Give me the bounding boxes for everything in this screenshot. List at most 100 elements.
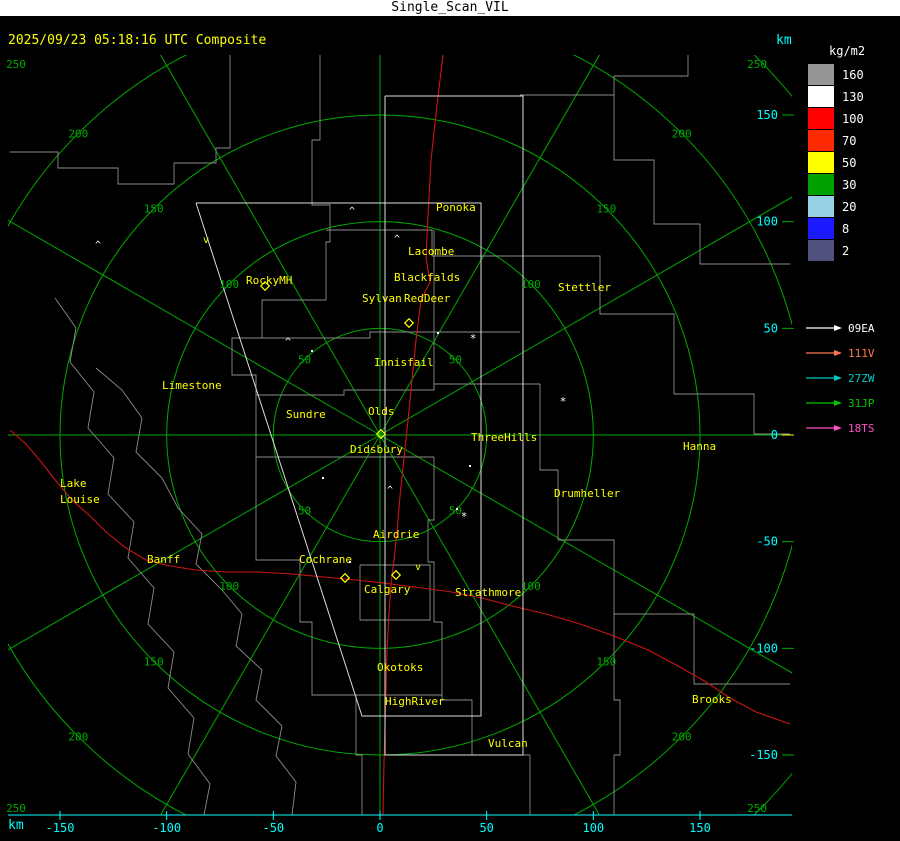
vil-legend-swatch [808,240,834,261]
radar-arrow-head-icon [834,350,842,356]
range-ring-label: 50 [298,504,311,517]
vil-legend-swatch [808,174,834,195]
town-dot-marker [349,561,351,563]
vil-legend-swatch [808,86,834,107]
town-caret-marker: ^ [349,206,355,217]
city-label: Airdrie [373,528,419,541]
range-ring-label: 50 [298,354,311,367]
x-axis-tick-label: 0 [376,821,383,835]
vil-legend-value: 130 [842,90,864,104]
range-ring-label: 250 [6,58,26,71]
radar-arrow-head-icon [834,400,842,406]
town-caret-marker: ^ [285,337,291,348]
radar-site-diamond-marker [403,317,415,329]
town-dot-marker [437,332,439,334]
county-boundary-line [311,55,331,300]
city-label: Hanna [683,440,716,453]
city-label: Ponoka [436,201,476,214]
radar-arrow-head-icon [834,325,842,331]
city-label: Cochrane [299,553,352,566]
range-ring-label: 150 [596,655,616,668]
radar-app-window: Single_Scan_VIL 2025/09/23 05:18:16 UTC … [0,0,900,841]
county-boundary-line [256,383,540,396]
storm-motion-marker: v [415,562,421,573]
city-label: Banff [147,553,180,566]
range-radial-line [160,434,381,815]
vil-legend-value: 160 [842,68,864,82]
county-boundary-line [231,299,326,395]
vil-legend-swatch [808,152,834,173]
y-axis-tick-label: 50 [764,321,778,335]
vil-legend-value: 50 [842,156,856,170]
range-ring-label: 200 [672,127,692,140]
town-caret-marker: ^ [95,240,101,251]
town-star-marker: * [470,332,477,345]
y-axis-tick-label: 0 [771,428,778,442]
range-ring-label: 100 [219,278,239,291]
town-dot-marker [311,350,313,352]
city-label: Lake [60,477,87,490]
x-axis-tick-label: -100 [152,821,181,835]
y-axis-tick-label: -50 [756,535,778,549]
city-label: HighRiver [385,695,445,708]
radar-id-label: 18TS [848,422,875,435]
town-dot-marker [456,508,458,510]
county-boundary-line [613,614,621,815]
range-ring-label: 100 [521,580,541,593]
radar-arrow-head-icon [834,375,842,381]
x-axis-tick-label: 150 [689,821,711,835]
x-axis-tick-label: -50 [262,821,284,835]
vil-legend-value: 20 [842,200,856,214]
range-ring-label: 200 [672,731,692,744]
town-dot-marker [469,465,471,467]
range-radial-line [379,55,600,436]
range-ring-label: 50 [449,354,462,367]
x-axis-tick-label: 50 [479,821,493,835]
radar-id-label: 111V [848,347,875,360]
city-label: Sundre [286,408,326,421]
county-boundary-line [255,375,363,815]
city-label: Okotoks [377,661,423,674]
vil-legend-swatch [808,108,834,129]
county-boundary-line [10,55,231,185]
range-ring-label: 100 [219,580,239,593]
radar-id-label: 31JP [848,397,875,410]
town-star-marker: * [560,395,567,408]
town-caret-marker: ^ [394,234,400,245]
city-label: Olds [368,405,395,418]
city-label: Louise [60,493,100,506]
city-label: RockyMH [246,274,292,287]
y-axis-tick-label: -100 [749,641,778,655]
vil-legend-swatch [808,218,834,239]
radar-map: 50 5050 50100 100100 100150 150150 150200 20020… [6,55,875,835]
city-label: Sylvan [362,292,402,305]
city-label: Calgary [364,583,411,596]
range-ring-label: 250 [6,802,26,815]
y-axis-tick-label: 150 [756,108,778,122]
city-label: Blackfalds [394,271,460,284]
radar-site-diamond-marker [339,572,351,584]
city-label: Didsbury [350,443,403,456]
range-ring-label: 250 [747,58,767,71]
range-ring-label: 200 [68,731,88,744]
vil-legend-swatch [808,196,834,217]
vil-legend-value: 70 [842,134,856,148]
city-label: Vulcan [488,737,528,750]
range-radial-line [379,434,792,674]
range-ring-label: 100 [521,278,541,291]
radar-id-label: 27ZW [848,372,875,385]
city-label: Lacombe [408,245,454,258]
city-label: Stettler [558,281,611,294]
x-axis-tick-label: 100 [582,821,604,835]
range-ring-label: 150 [144,203,164,216]
x-axis-tick-label: -150 [46,821,75,835]
radar-id-label: 09EA [848,322,875,335]
county-boundary-line [539,384,559,540]
city-label: Limestone [162,379,222,392]
radar-coverage-outline [384,95,524,756]
city-label: Brooks [692,693,732,706]
vil-legend-value: 100 [842,112,864,126]
county-boundary-line [520,55,689,96]
town-caret-marker: ^ [387,485,393,496]
vil-legend-value: 2 [842,244,849,258]
